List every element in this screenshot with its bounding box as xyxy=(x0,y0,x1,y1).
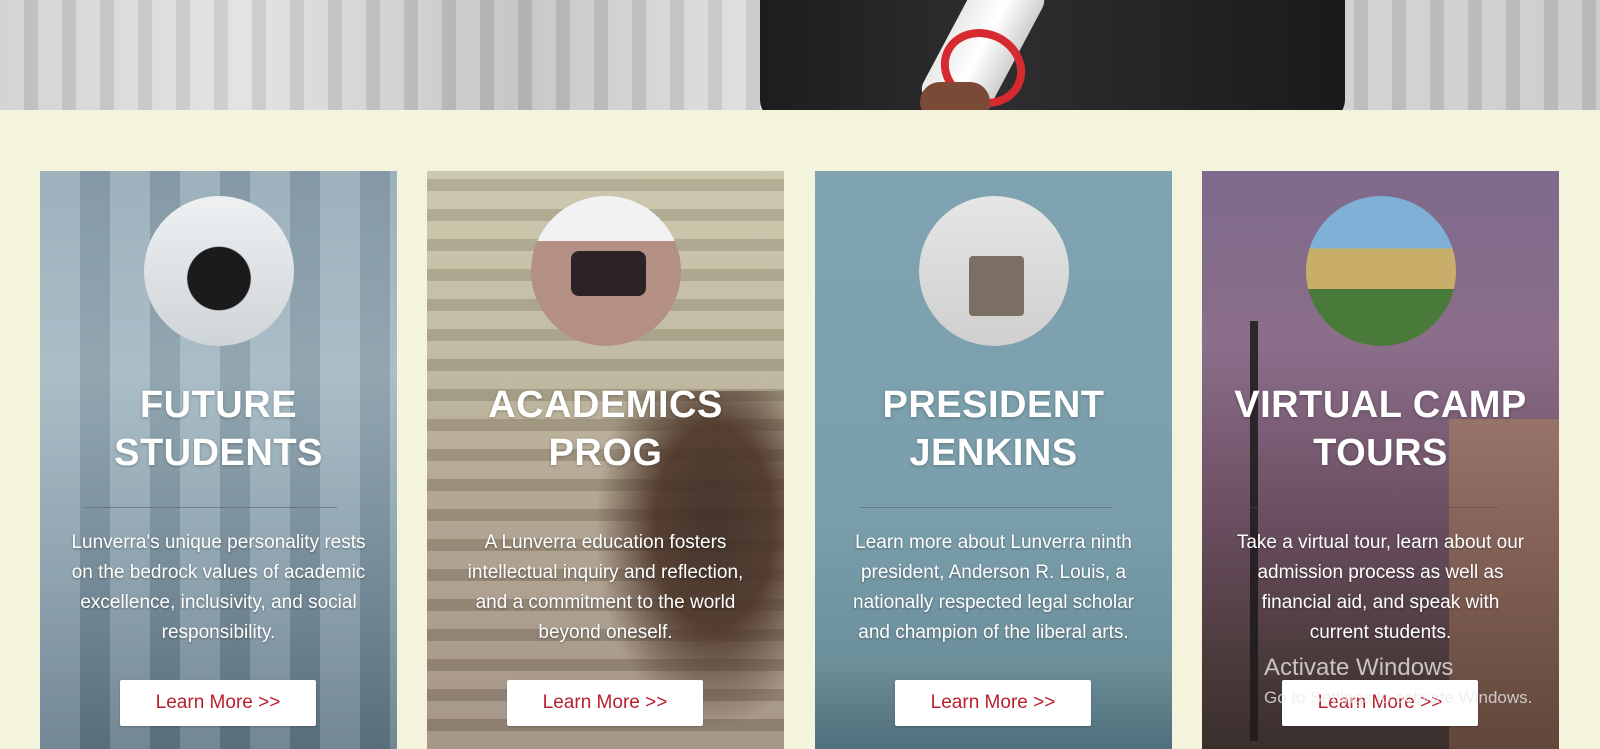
card-avatar-graduates-on-steps xyxy=(531,196,681,346)
hero-banner-image xyxy=(0,0,1600,110)
card-description-line: president, Anderson R. Louis, a xyxy=(860,562,1127,583)
card-description: Lunverra's unique personality rests on t… xyxy=(58,528,379,648)
card-future-students: FUTURE STUDENTS Lunverra's unique person… xyxy=(40,171,397,749)
card-president-jenkins: PRESIDENT JENKINS Learn more about Lunve… xyxy=(815,171,1172,749)
hero-hand xyxy=(920,82,990,110)
card-description-line: responsibility. xyxy=(161,622,276,643)
card-description-line: on the bedrock values of academic xyxy=(71,562,366,583)
card-title-line: PRESIDENT xyxy=(882,384,1105,426)
card-title: ACADEMICS PROG xyxy=(427,381,784,477)
learn-more-button[interactable]: Learn More >> xyxy=(507,680,703,726)
card-description-line: excellence, inclusivity, and social xyxy=(80,592,357,613)
learn-more-button[interactable]: Learn More >> xyxy=(1282,680,1478,726)
card-description-line: admission process as well as xyxy=(1257,562,1504,583)
card-title-line: VIRTUAL CAMP xyxy=(1234,384,1527,426)
card-description: Learn more about Lunverra ninth presiden… xyxy=(833,528,1154,648)
card-title-line: JENKINS xyxy=(909,432,1078,474)
card-divider xyxy=(85,507,337,508)
card-description-line: nationally respected legal scholar xyxy=(853,592,1134,613)
card-description-line: and champion of the liberal arts. xyxy=(858,622,1129,643)
card-academics-programs: ACADEMICS PROG A Lunverra education fost… xyxy=(427,171,784,749)
card-divider xyxy=(1247,507,1499,508)
card-avatar-campus-building xyxy=(1306,196,1456,346)
card-description: Take a virtual tour, learn about our adm… xyxy=(1220,528,1541,648)
card-title: FUTURE STUDENTS xyxy=(40,381,397,477)
card-avatar-graduate-portrait xyxy=(144,196,294,346)
card-avatar-books-and-cap xyxy=(919,196,1069,346)
card-title-line: PROG xyxy=(548,432,663,474)
card-divider xyxy=(860,507,1112,508)
hero-graduation-gown xyxy=(760,0,1345,110)
learn-more-button[interactable]: Learn More >> xyxy=(120,680,316,726)
card-description-line: Learn more about Lunverra ninth xyxy=(855,532,1132,553)
card-title: PRESIDENT JENKINS xyxy=(815,381,1172,477)
card-title-line: TOURS xyxy=(1313,432,1448,474)
card-description-line: and a commitment to the world xyxy=(475,592,736,613)
learn-more-button[interactable]: Learn More >> xyxy=(895,680,1091,726)
card-description-line: intellectual inquiry and reflection, xyxy=(467,562,744,583)
card-title: VIRTUAL CAMP TOURS xyxy=(1202,381,1559,477)
card-title-line: STUDENTS xyxy=(114,432,323,474)
card-description-line: Take a virtual tour, learn about our xyxy=(1236,532,1525,553)
card-description: A Lunverra education fosters intellectua… xyxy=(445,528,766,648)
card-title-line: FUTURE xyxy=(139,384,298,426)
card-description-line: A Lunverra education fosters xyxy=(484,532,727,553)
card-description-line: financial aid, and speak with xyxy=(1261,592,1500,613)
card-virtual-campus-tours: VIRTUAL CAMP TOURS Take a virtual tour, … xyxy=(1202,171,1559,749)
card-description-line: current students. xyxy=(1309,622,1452,643)
card-title-line: ACADEMICS xyxy=(488,384,723,426)
card-description-line: Lunverra's unique personality rests xyxy=(71,532,366,553)
card-description-line: beyond oneself. xyxy=(538,622,673,643)
